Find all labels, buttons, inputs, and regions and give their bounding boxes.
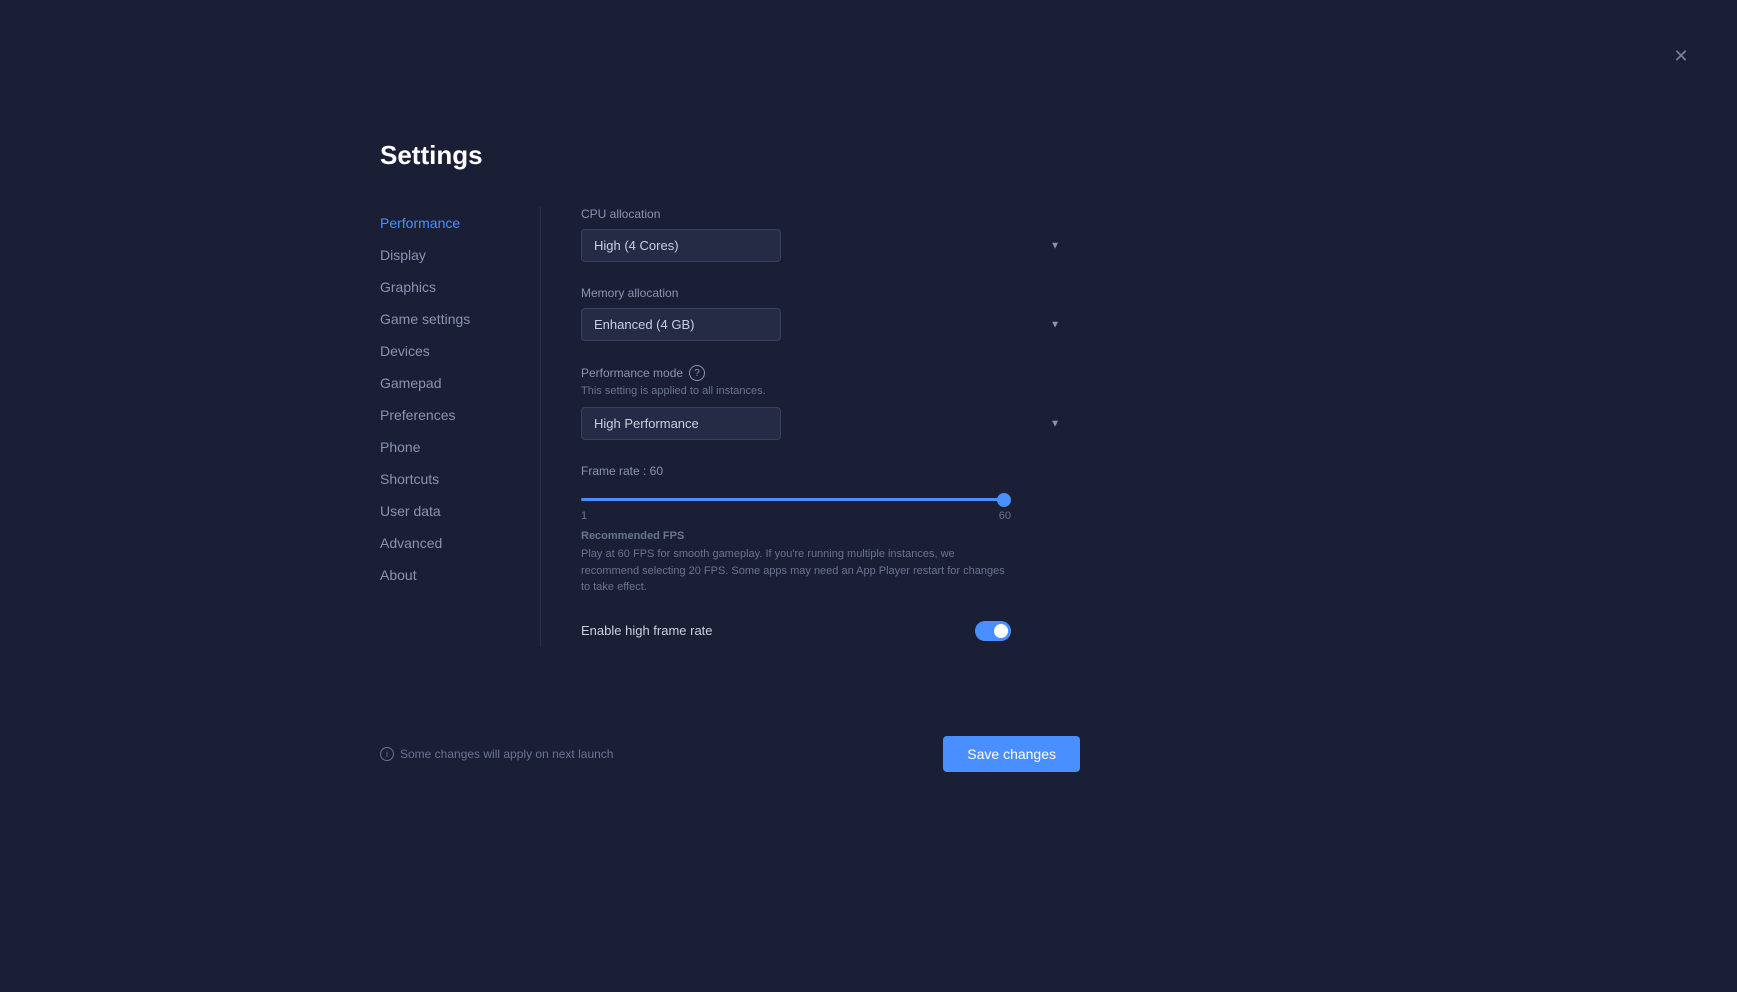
sidebar-item-game-settings[interactable]: Game settings <box>380 303 540 335</box>
frame-rate-slider[interactable] <box>581 498 1011 501</box>
sidebar-item-graphics[interactable]: Graphics <box>380 271 540 303</box>
close-button[interactable]: ✕ <box>1669 44 1693 68</box>
toggle-row-high-frame-rate: Enable high frame rate <box>581 612 1011 648</box>
sidebar-item-preferences[interactable]: Preferences <box>380 399 540 431</box>
sidebar-item-advanced[interactable]: Advanced <box>380 527 540 559</box>
settings-layout: Performance Display Graphics Game settin… <box>380 207 1080 647</box>
cpu-allocation-select[interactable]: High (4 Cores) Medium (2 Cores) Low (1 C… <box>581 229 781 262</box>
settings-container: Settings Performance Display Graphics Ga… <box>380 140 1080 647</box>
sidebar-item-shortcuts[interactable]: Shortcuts <box>380 463 540 495</box>
cpu-allocation-arrow: ▼ <box>1050 240 1060 251</box>
info-icon: i <box>380 747 394 761</box>
close-icon: ✕ <box>1673 46 1688 67</box>
performance-mode-note: This setting is applied to all instances… <box>581 385 1070 397</box>
toggle-label-high-frame-rate: Enable high frame rate <box>581 623 713 638</box>
sidebar-item-about[interactable]: About <box>380 559 540 591</box>
performance-mode-arrow: ▼ <box>1050 418 1060 429</box>
performance-mode-label-row: Performance mode ? <box>581 365 1070 381</box>
memory-allocation-select[interactable]: Enhanced (4 GB) Standard (2 GB) Low (1 G… <box>581 308 781 341</box>
performance-mode-wrapper: High Performance Balanced Power Saving ▼ <box>581 407 1070 440</box>
cpu-allocation-wrapper: High (4 Cores) Medium (2 Cores) Low (1 C… <box>581 229 1070 262</box>
fps-description: Play at 60 FPS for smooth gameplay. If y… <box>581 546 1011 596</box>
slider-min-label: 1 <box>581 510 587 522</box>
sidebar-item-user-data[interactable]: User data <box>380 495 540 527</box>
slider-max-label: 60 <box>999 510 1011 522</box>
sidebar-item-performance[interactable]: Performance <box>380 207 540 239</box>
bottom-bar: i Some changes will apply on next launch… <box>380 736 1080 772</box>
frame-rate-section: Frame rate : 60 1 60 Recommended FPS Pla… <box>581 464 1070 596</box>
memory-allocation-wrapper: Enhanced (4 GB) Standard (2 GB) Low (1 G… <box>581 308 1070 341</box>
performance-mode-label: Performance mode <box>581 366 683 380</box>
performance-mode-section: Performance mode ? This setting is appli… <box>581 365 1070 440</box>
memory-allocation-arrow: ▼ <box>1050 319 1060 330</box>
cpu-allocation-label: CPU allocation <box>581 207 1070 221</box>
sidebar-item-gamepad[interactable]: Gamepad <box>380 367 540 399</box>
sidebar-item-phone[interactable]: Phone <box>380 431 540 463</box>
sidebar-divider <box>540 207 541 647</box>
toggle-slider-high-frame-rate <box>975 621 1011 641</box>
performance-mode-select[interactable]: High Performance Balanced Power Saving <box>581 407 781 440</box>
slider-minmax: 1 60 <box>581 510 1011 522</box>
next-launch-text: Some changes will apply on next launch <box>400 747 613 761</box>
performance-mode-help-icon[interactable]: ? <box>689 365 705 381</box>
sidebar-item-devices[interactable]: Devices <box>380 335 540 367</box>
memory-allocation-label: Memory allocation <box>581 286 1070 300</box>
frame-rate-label: Frame rate : 60 <box>581 464 1070 478</box>
page-title: Settings <box>380 140 1080 171</box>
next-launch-note: i Some changes will apply on next launch <box>380 747 613 761</box>
sidebar-item-display[interactable]: Display <box>380 239 540 271</box>
main-content: CPU allocation High (4 Cores) Medium (2 … <box>561 207 1080 647</box>
sidebar: Performance Display Graphics Game settin… <box>380 207 540 647</box>
recommended-fps-label: Recommended FPS <box>581 530 1070 542</box>
toggle-high-frame-rate[interactable] <box>975 621 1011 641</box>
save-changes-button[interactable]: Save changes <box>943 736 1080 772</box>
